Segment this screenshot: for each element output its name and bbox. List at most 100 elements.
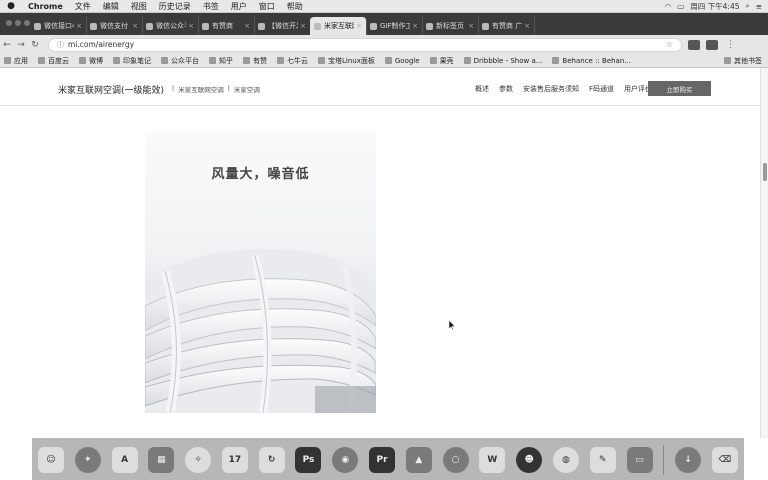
keynote-icon[interactable]: ▲ xyxy=(405,446,432,473)
tab-3[interactable]: 有赞商 × xyxy=(198,17,255,35)
close-icon[interactable]: × xyxy=(244,22,250,30)
forward-icon[interactable]: → xyxy=(14,40,28,50)
close-icon[interactable]: × xyxy=(76,22,82,30)
premiere-icon[interactable]: Pr xyxy=(369,446,396,473)
other-bookmarks[interactable]: 其他书签 xyxy=(724,56,762,66)
tab-8[interactable]: 有赞商 广告× xyxy=(478,17,535,35)
tab-0[interactable]: 微信接口46× xyxy=(30,17,87,35)
extension-icon[interactable] xyxy=(706,39,718,50)
menu-bookmarks[interactable]: 书签 xyxy=(197,1,225,12)
downloads-icon[interactable]: ↓ xyxy=(675,446,702,473)
close-icon[interactable]: × xyxy=(412,22,418,30)
bookmark-item[interactable]: 印象笔记 xyxy=(113,56,151,66)
tab-5[interactable]: 米家互联网空× xyxy=(310,17,367,35)
bookmark-item[interactable]: 应用 xyxy=(4,56,28,66)
tab-favicon xyxy=(258,22,265,30)
screen-icon[interactable]: ▭ xyxy=(626,446,653,473)
bookmark-item[interactable]: 有赞 xyxy=(243,56,267,66)
photoshop-icon[interactable]: Ps xyxy=(295,446,322,473)
tab-4[interactable]: 【微信开发× xyxy=(254,17,311,35)
notes-icon[interactable]: ✎ xyxy=(589,446,616,473)
apple-icon[interactable]: ● xyxy=(0,1,22,11)
trash-icon[interactable]: ⌫ xyxy=(711,446,738,473)
circle-app-icon[interactable]: ○ xyxy=(442,446,469,473)
spotlight-icon[interactable]: ⌕ xyxy=(746,1,750,11)
more-menu-icon[interactable]: ⋮ xyxy=(726,40,735,50)
bookmark-item[interactable]: 宝塔Linux面板 xyxy=(318,56,375,66)
tab-favicon xyxy=(34,22,41,30)
bookmark-item[interactable]: 果壳 xyxy=(429,56,454,66)
bookmark-item[interactable]: 七牛云 xyxy=(277,56,308,66)
bookmark-favicon xyxy=(38,57,45,64)
bookmark-item[interactable]: 知乎 xyxy=(209,56,233,66)
refresh-app-icon[interactable]: ↻ xyxy=(258,446,285,473)
mac-dock: ☺ ✦ A ▦ ✧ 17 ↻ Ps ◉ Pr ▲ ○ W ☻ ◍ ✎ ▭ ↓ ⌫ xyxy=(32,438,744,480)
close-icon[interactable]: × xyxy=(132,22,138,30)
menu-edit[interactable]: 编辑 xyxy=(97,1,125,12)
tab-2[interactable]: 微信公众平台× xyxy=(142,17,199,35)
tab-label: 微信公众平台 xyxy=(156,22,186,30)
extension-icon[interactable] xyxy=(688,39,700,50)
star-icon[interactable]: ☆ xyxy=(666,40,673,49)
nav-f-code[interactable]: F码通道 xyxy=(589,84,614,94)
nav-install-service[interactable]: 安装售后服务须知 xyxy=(523,84,579,94)
buy-now-button[interactable]: 立即购买 xyxy=(648,81,711,96)
nav-overview[interactable]: 概述 xyxy=(475,84,489,94)
preview-icon[interactable]: ▦ xyxy=(148,446,175,473)
bookmark-item[interactable]: 百度云 xyxy=(38,56,69,66)
product-nav: 概述 参数 安装售后服务须知 F码通道 用户评价 xyxy=(475,84,652,94)
close-icon[interactable]: × xyxy=(300,22,306,30)
finder-icon[interactable]: ☺ xyxy=(38,446,64,473)
app-store-icon[interactable]: A xyxy=(111,446,138,473)
address-bar[interactable]: ⓘ mi.com/airenergy ☆ xyxy=(48,37,682,52)
scrollbar-thumb[interactable] xyxy=(763,163,767,181)
menu-window[interactable]: 窗口 xyxy=(253,1,281,12)
bookmark-label: 微博 xyxy=(89,56,103,65)
menu-view[interactable]: 视图 xyxy=(125,1,153,12)
menu-help[interactable]: 帮助 xyxy=(281,1,309,12)
bookmark-item[interactable]: 微博 xyxy=(79,56,103,66)
info-icon[interactable]: ⓘ xyxy=(57,40,64,50)
chrome-icon[interactable]: ◉ xyxy=(332,446,359,473)
bookmark-item[interactable]: 公众平台 xyxy=(161,56,199,66)
menu-people[interactable]: 用户 xyxy=(225,1,253,12)
nav-specs[interactable]: 参数 xyxy=(499,84,513,94)
menu-history[interactable]: 历史记录 xyxy=(153,1,197,12)
bookmark-item[interactable]: Behance :: Behan... xyxy=(552,57,631,65)
menubar-clock[interactable]: 周四 下午4:45 xyxy=(690,1,739,12)
tab-7[interactable]: 新标签页 × xyxy=(422,17,479,35)
close-icon[interactable]: × xyxy=(188,22,194,30)
notification-icon[interactable]: ≡ xyxy=(756,2,762,11)
tab-6[interactable]: GIF制作工具× xyxy=(366,17,423,35)
menu-chrome[interactable]: Chrome xyxy=(22,2,69,11)
minimize-window-icon[interactable] xyxy=(15,20,21,26)
bookmark-item[interactable]: Dribbble - Show a... xyxy=(463,57,542,65)
bookmark-favicon xyxy=(243,57,250,64)
reload-icon[interactable]: ↻ xyxy=(28,40,42,50)
calendar-icon[interactable]: 17 xyxy=(221,446,248,473)
bookmark-label: Behance :: Behan... xyxy=(562,56,631,65)
tab-favicon xyxy=(202,22,209,30)
bookmark-label: 应用 xyxy=(14,56,28,65)
bookmark-item[interactable]: Google xyxy=(384,57,420,65)
menu-file[interactable]: 文件 xyxy=(69,1,97,12)
close-icon[interactable]: × xyxy=(468,22,474,30)
close-window-icon[interactable] xyxy=(6,20,12,26)
url-text[interactable]: mi.com/airenergy xyxy=(68,40,134,49)
breadcrumb-link[interactable]: 米家空调 xyxy=(234,84,260,94)
wifi-icon[interactable]: ◠ xyxy=(665,2,672,11)
tab-strip: 微信接口46× 微信支付× 微信公众平台× 有赞商× 【微信开发× 米家互联网空… xyxy=(0,13,768,35)
close-icon[interactable]: × xyxy=(356,22,362,30)
wps-icon[interactable]: W xyxy=(479,446,506,473)
tab-label: 微信支付 xyxy=(100,22,128,30)
launchpad-icon[interactable]: ✦ xyxy=(74,446,101,473)
qq-icon[interactable]: ☻ xyxy=(516,446,543,473)
back-icon[interactable]: ← xyxy=(0,40,14,50)
page-scrollbar[interactable] xyxy=(760,68,768,438)
safari-icon[interactable]: ✧ xyxy=(185,446,212,473)
wechat-icon[interactable]: ◍ xyxy=(552,446,579,473)
close-icon[interactable]: × xyxy=(524,22,530,30)
breadcrumb-link[interactable]: 米家互联网空调 xyxy=(178,84,224,94)
battery-icon[interactable]: ▭ xyxy=(677,2,684,11)
tab-1[interactable]: 微信支付 × xyxy=(86,17,143,35)
